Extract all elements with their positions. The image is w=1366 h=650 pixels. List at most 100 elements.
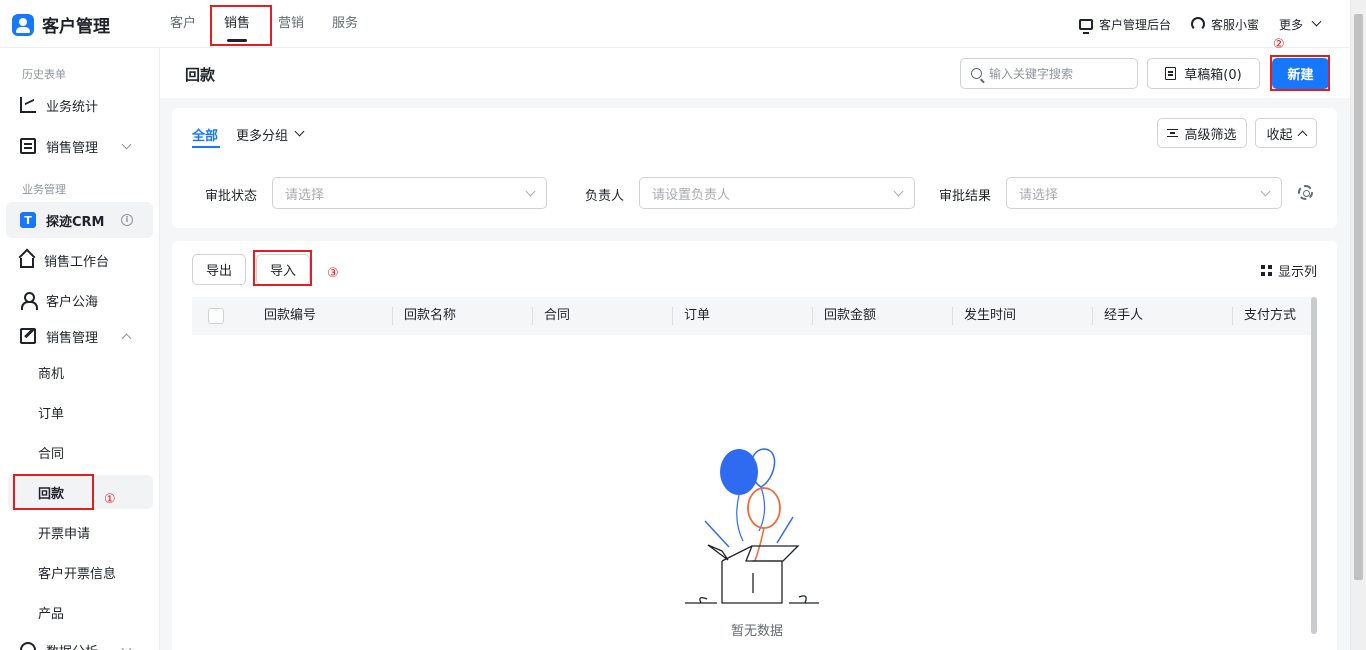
admin-link[interactable]: 客户管理后台 <box>1078 16 1171 34</box>
sidebar-item-public-pool[interactable]: 客户公海 <box>0 282 160 318</box>
support-link[interactable]: 客服小蜜 <box>1190 16 1259 33</box>
approval-status-select[interactable]: 请选择 <box>272 177 547 209</box>
filter-label-approval-status: 审批状态 <box>205 189 258 204</box>
filter-label-owner: 负责人 <box>585 189 625 204</box>
tab-all[interactable]: 全部 <box>192 125 218 144</box>
page-header: 回款 输入关键字搜索 草稿箱(0) 新建 <box>160 48 1350 98</box>
select-placeholder: 请选择 <box>285 187 325 203</box>
tab-active-indicator <box>192 146 220 148</box>
chevron-down-icon <box>294 126 305 137</box>
advanced-filter-button[interactable]: 高级筛选 <box>1157 118 1247 148</box>
user-logo-icon <box>12 13 34 36</box>
table-panel: 导出 导入 显示列 回款编号 回款名称 合同 订单 回款金额 发生时间 经手人 … <box>172 241 1337 650</box>
column-header[interactable]: 经手人 <box>1092 297 1232 335</box>
form-icon <box>20 138 36 154</box>
grid-icon <box>1260 265 1272 276</box>
scrollbar-thumb[interactable] <box>1354 14 1363 580</box>
sidebar-item-label: 数据分析 <box>46 641 98 650</box>
sidebar-item-crm[interactable]: T 探迹CRM i <box>6 202 153 238</box>
column-header[interactable]: 合同 <box>532 297 672 335</box>
annotation-2: ② <box>1273 37 1285 52</box>
section-biz: 业务管理 <box>22 183 66 196</box>
sidebar-item-sales-mgmt[interactable]: 销售管理 <box>0 318 160 354</box>
chevron-down-icon <box>525 186 536 197</box>
sidebar-subitem-contract[interactable]: 合同 <box>8 435 153 469</box>
drafts-label: 草稿箱(0) <box>1184 68 1242 83</box>
chevron-down-icon <box>1311 16 1322 26</box>
chevron-up-icon <box>1297 130 1307 140</box>
export-button[interactable]: 导出 <box>192 254 246 285</box>
column-header[interactable]: 发生时间 <box>952 297 1092 335</box>
gear-icon[interactable] <box>1298 185 1313 200</box>
payment-highlight <box>13 474 94 510</box>
info-icon[interactable]: i <box>121 214 133 226</box>
chevron-down-icon <box>1260 186 1271 197</box>
sidebar-item-sales-mgmt-history[interactable]: 销售管理 <box>0 128 160 164</box>
drafts-button[interactable]: 草稿箱(0) <box>1147 58 1260 89</box>
tab-more-groups[interactable]: 更多分组 <box>236 125 305 144</box>
empty-state-text: 暂无数据 <box>730 624 783 639</box>
search-input[interactable]: 输入关键字搜索 <box>960 58 1138 89</box>
person-icon <box>20 292 38 310</box>
advanced-filter-label: 高级筛选 <box>1184 127 1237 143</box>
select-all-checkbox[interactable] <box>192 297 252 335</box>
home-icon <box>20 258 34 268</box>
support-label: 客服小蜜 <box>1210 17 1259 32</box>
approval-result-select[interactable]: 请选择 <box>1006 177 1282 209</box>
column-header[interactable]: 回款名称 <box>392 297 532 335</box>
table-scrollbar[interactable] <box>1311 297 1317 634</box>
monitor-icon <box>1078 18 1093 34</box>
chevron-up-icon <box>121 333 132 344</box>
filter-panel: 全部 更多分组 高级筛选 收起 审批状态 请选择 负责人 请设置负责人 审批结果… <box>172 108 1337 228</box>
chevron-down-icon <box>893 186 904 197</box>
app-name: 客户管理 <box>42 17 110 37</box>
page-title: 回款 <box>185 66 216 84</box>
more-menu[interactable]: 更多 <box>1279 16 1322 33</box>
sales-tab-highlight <box>210 5 272 46</box>
column-header[interactable]: 订单 <box>672 297 812 335</box>
sidebar: 历史表单 业务统计 销售管理 业务管理 T 探迹CRM i 销售工作台 客户公海… <box>0 48 160 650</box>
filter-icon <box>1167 129 1179 137</box>
show-columns-button[interactable]: 显示列 <box>1260 261 1317 280</box>
sidebar-item-workbench[interactable]: 销售工作台 <box>0 242 160 278</box>
sidebar-subitem-invoice-request[interactable]: 开票申请 <box>8 515 153 549</box>
collapse-button[interactable]: 收起 <box>1255 118 1317 148</box>
sidebar-item-label: 客户公海 <box>46 294 99 310</box>
new-button-highlight <box>1270 55 1330 91</box>
column-header[interactable]: 回款编号 <box>252 297 392 335</box>
column-header[interactable]: 回款金额 <box>812 297 952 335</box>
select-placeholder: 请设置负责人 <box>652 187 731 203</box>
top-bar: 客户管理 客户 销售 营销 服务 客户管理后台 客服小蜜 更多 <box>0 0 1350 48</box>
select-placeholder: 请选择 <box>1019 187 1059 203</box>
sidebar-item-label: 销售工作台 <box>44 254 110 270</box>
sidebar-subitem-invoice-info[interactable]: 客户开票信息 <box>8 555 153 589</box>
brand[interactable]: 客户管理 <box>12 12 110 37</box>
sidebar-item-biz-stats[interactable]: 业务统计 <box>0 87 160 123</box>
nav-tab-customer[interactable]: 客户 <box>170 0 196 48</box>
top-nav: 客户 销售 营销 服务 <box>170 0 386 48</box>
owner-select[interactable]: 请设置负责人 <box>639 177 915 209</box>
import-button-highlight <box>253 250 312 286</box>
sidebar-item-label: 探迹CRM <box>46 214 105 230</box>
annotation-1: ① <box>104 492 116 507</box>
filter-label-approval-result: 审批结果 <box>939 189 992 204</box>
nav-tab-marketing[interactable]: 营销 <box>278 0 304 48</box>
sidebar-subitem-order[interactable]: 订单 <box>8 395 153 429</box>
sidebar-item-data-analysis[interactable]: 数据分析 <box>0 632 160 650</box>
edit-icon <box>20 328 36 344</box>
empty-state: 暂无数据 <box>677 431 837 641</box>
sidebar-subitem-opportunity[interactable]: 商机 <box>8 355 153 389</box>
window-scrollbar[interactable] <box>1350 0 1366 650</box>
admin-label: 客户管理后台 <box>1098 17 1171 32</box>
search-icon <box>971 68 982 79</box>
nav-tab-service[interactable]: 服务 <box>332 0 358 48</box>
section-history: 历史表单 <box>22 68 66 81</box>
sidebar-item-label: 业务统计 <box>46 99 99 115</box>
sidebar-item-label: 销售管理 <box>46 330 99 346</box>
pie-chart-icon <box>20 642 36 650</box>
empty-box-balloons-illustration <box>685 448 819 604</box>
crm-logo-icon: T <box>20 212 36 228</box>
column-header[interactable]: 支付方式 <box>1232 297 1317 335</box>
sidebar-subitem-product[interactable]: 产品 <box>8 595 153 629</box>
search-placeholder: 输入关键字搜索 <box>989 67 1074 81</box>
